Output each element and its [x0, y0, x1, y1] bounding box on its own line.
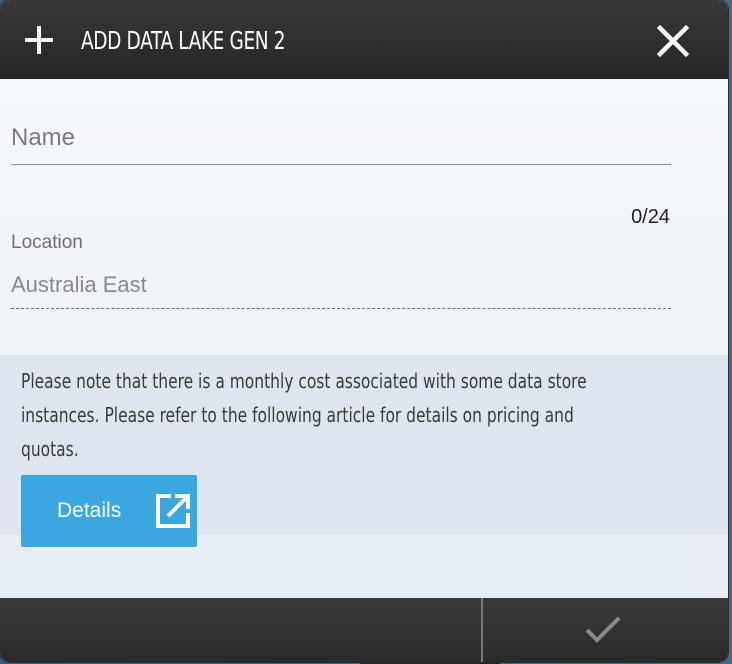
location-select[interactable]: Australia East — [11, 272, 671, 309]
name-char-count: 0/24 — [631, 206, 670, 228]
name-input[interactable] — [11, 122, 661, 154]
notice-line: Please note that there is a monthly cost… — [21, 369, 587, 393]
add-data-lake-dialog: ADD DATA LAKE GEN 2 0/24 Location Austra… — [0, 0, 728, 662]
details-button[interactable]: Details — [21, 475, 197, 547]
notice-line: quotas. — [21, 437, 79, 461]
name-field[interactable] — [11, 114, 671, 165]
notice-line: instances. Please refer to the following… — [21, 403, 574, 427]
checkmark-icon — [585, 616, 621, 643]
dialog-footer — [0, 598, 728, 662]
details-button-label: Details — [57, 499, 122, 522]
close-icon[interactable] — [654, 22, 692, 60]
external-link-icon — [156, 494, 190, 528]
dialog-header: ADD DATA LAKE GEN 2 — [0, 0, 728, 79]
plus-icon — [25, 26, 53, 54]
confirm-button[interactable] — [483, 598, 728, 662]
dialog-title: ADD DATA LAKE GEN 2 — [81, 26, 286, 55]
footer-empty-action — [0, 598, 481, 662]
location-label: Location — [11, 232, 83, 253]
notice-text: Please note that there is a monthly cost… — [21, 364, 728, 466]
